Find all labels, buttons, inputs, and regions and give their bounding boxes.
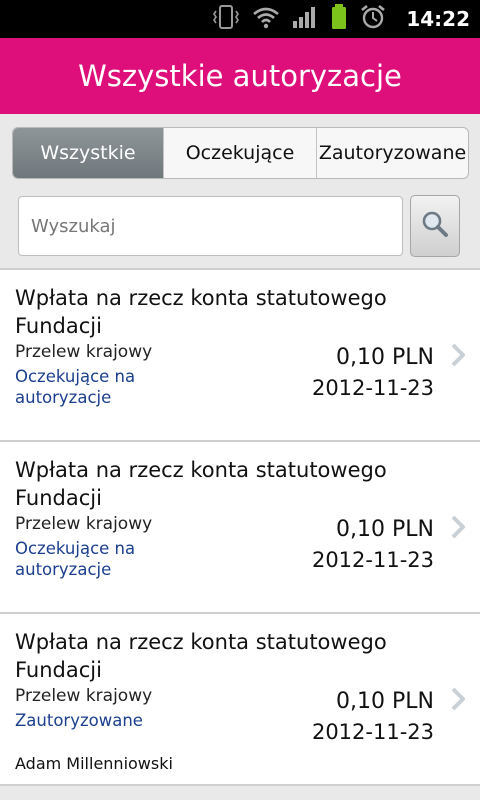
tab-all[interactable]: Wszystkie xyxy=(13,128,163,178)
list-item[interactable]: Wpłata na rzecz konta statutowego Fundac… xyxy=(0,270,480,442)
vibrate-icon xyxy=(212,4,240,34)
item-date: 2012-11-23 xyxy=(311,720,434,744)
chevron-right-icon xyxy=(448,515,468,539)
search-button[interactable] xyxy=(410,195,460,257)
item-amount: 0,10 PLN xyxy=(336,689,434,714)
item-title: Wpłata na rzecz konta statutowego Fundac… xyxy=(15,458,387,510)
filter-controls: Wszystkie Oczekujące Zautoryzowane xyxy=(0,114,480,270)
item-status: Zautoryzowane xyxy=(15,711,143,730)
search-icon xyxy=(421,210,449,242)
tab-pending[interactable]: Oczekujące xyxy=(163,128,316,178)
item-title: Wpłata na rzecz konta statutowego Fundac… xyxy=(15,286,387,338)
chevron-right-icon xyxy=(448,343,468,367)
item-amount: 0,10 PLN xyxy=(336,517,434,542)
status-bar: 14:22 xyxy=(0,0,480,38)
item-type: Przelew krajowy xyxy=(15,686,153,706)
list-item[interactable]: Wpłata na rzecz konta statutowego Fundac… xyxy=(0,614,480,786)
item-title: Wpłata na rzecz konta statutowego Fundac… xyxy=(15,630,387,682)
app-header: Wszystkie autoryzacje xyxy=(0,38,480,114)
list-item[interactable]: Wpłata na rzecz konta statutowego Fundac… xyxy=(0,442,480,614)
item-amount: 0,10 PLN xyxy=(336,345,434,370)
status-time: 14:22 xyxy=(406,7,470,31)
item-date: 2012-11-23 xyxy=(311,548,434,572)
alarm-icon xyxy=(360,4,386,34)
search-field xyxy=(18,196,403,256)
status-icons xyxy=(212,4,386,34)
item-status: Oczekujące na autoryzacje xyxy=(15,367,136,407)
item-status: Oczekujące na autoryzacje xyxy=(15,539,136,579)
search-input[interactable] xyxy=(19,197,402,255)
authorization-list: Wpłata na rzecz konta statutowego Fundac… xyxy=(0,270,480,786)
tab-authorized[interactable]: Zautoryzowane xyxy=(316,128,468,178)
battery-icon xyxy=(330,4,348,34)
item-date: 2012-11-23 xyxy=(311,376,434,400)
chevron-right-icon xyxy=(448,687,468,711)
wifi-icon xyxy=(252,5,280,33)
filter-tabs: Wszystkie Oczekujące Zautoryzowane xyxy=(12,127,469,179)
signal-icon xyxy=(292,5,318,33)
item-type: Przelew krajowy xyxy=(15,342,153,362)
item-person: Adam Millenniowski xyxy=(15,754,173,773)
page-title: Wszystkie autoryzacje xyxy=(78,59,402,93)
list-footer xyxy=(0,786,480,800)
item-type: Przelew krajowy xyxy=(15,514,153,534)
